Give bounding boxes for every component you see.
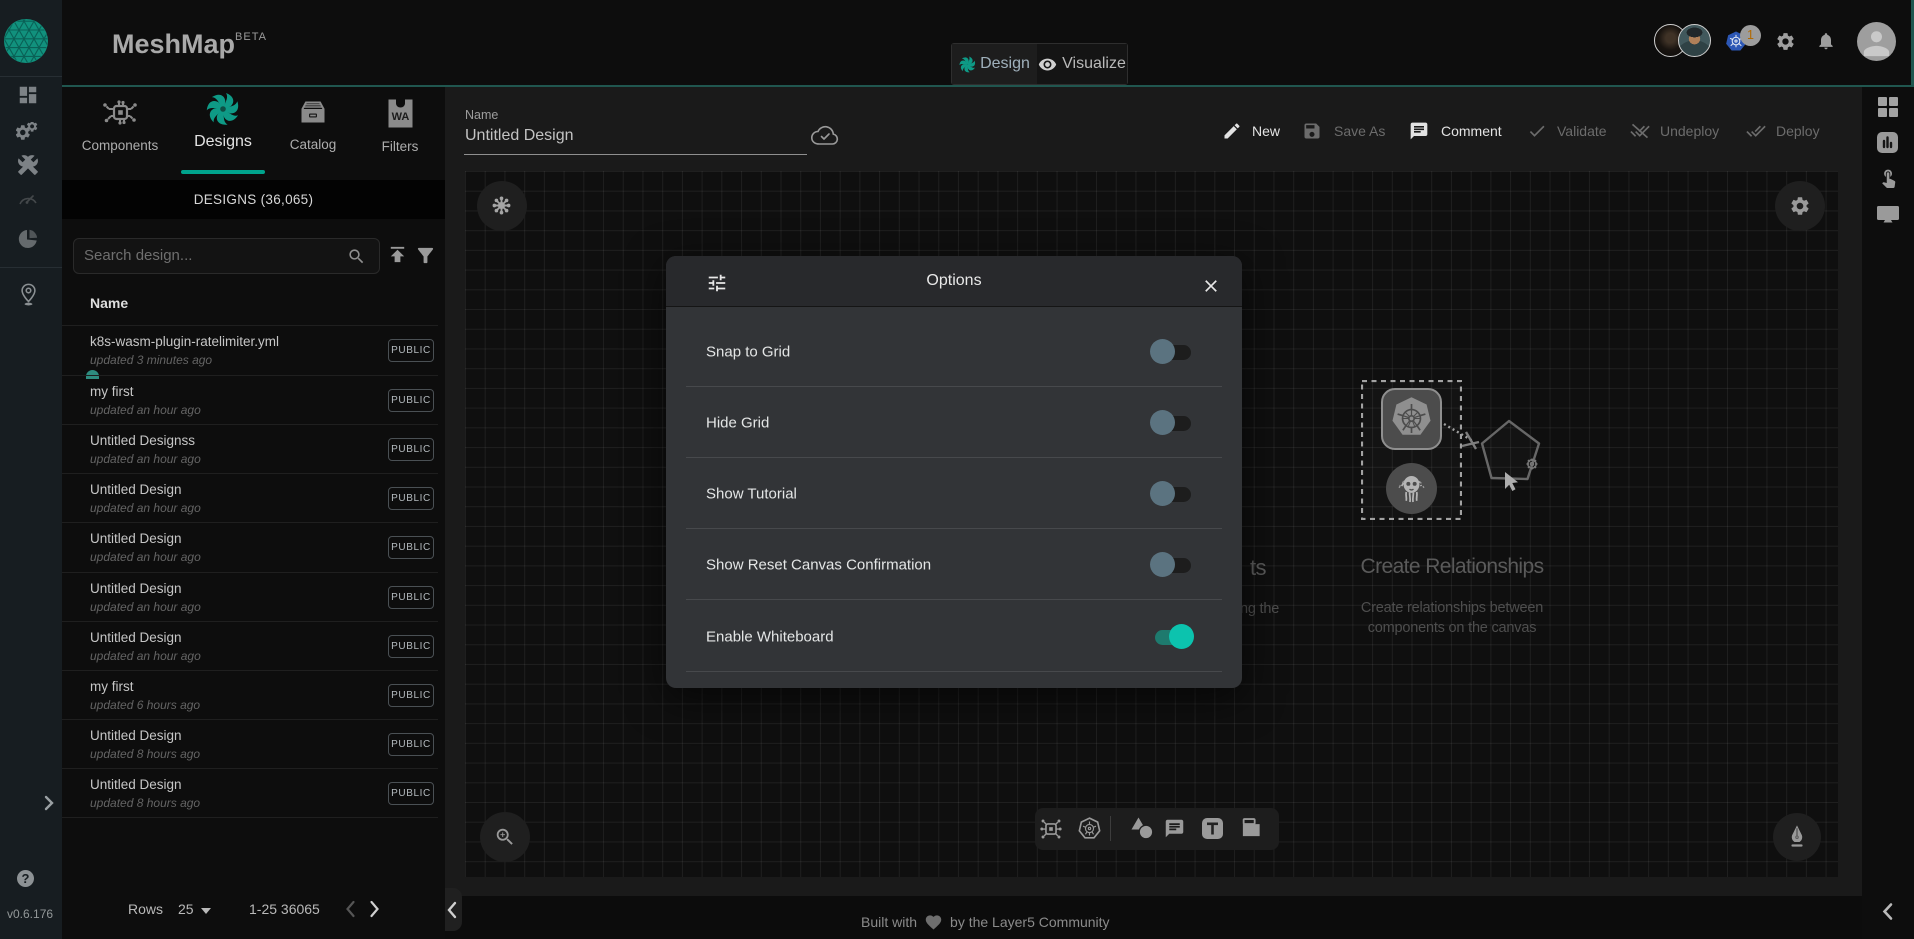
- svg-text:WA: WA: [391, 111, 409, 123]
